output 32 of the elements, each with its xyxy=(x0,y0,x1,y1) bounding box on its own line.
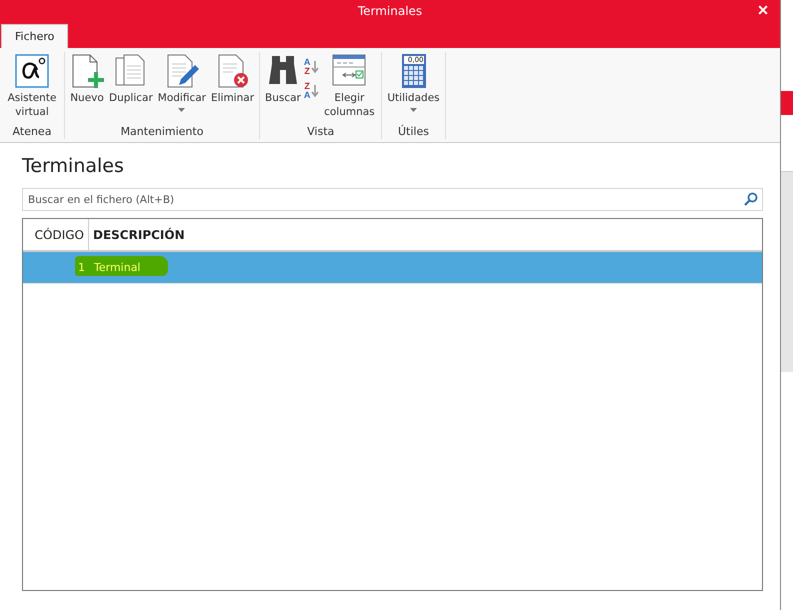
ribbon-button[interactable]: Asistente virtual xyxy=(3,52,61,125)
down-arrow-icon xyxy=(311,85,320,97)
column-header[interactable]: DESCRIPCIÓN xyxy=(89,219,185,250)
ribbon-button[interactable]: Buscar xyxy=(263,52,303,125)
page-heading: Terminales xyxy=(22,155,125,177)
new-document-icon xyxy=(70,54,104,88)
delete-document-icon xyxy=(216,54,250,88)
sort-descending-button[interactable]: Z A xyxy=(304,82,320,100)
column-header[interactable]: CÓDIGO xyxy=(23,219,89,250)
table-cell-text: Terminal xyxy=(93,261,140,274)
alpha-icon xyxy=(15,54,49,88)
ribbon-button[interactable]: Modificar xyxy=(156,52,208,125)
ribbon-button[interactable]: Nuevo xyxy=(68,52,106,125)
search-field[interactable]: Buscar en el fichero (Alt+B) xyxy=(22,188,763,211)
columns-icon xyxy=(332,54,366,88)
table-cell-text: 1 xyxy=(77,261,86,274)
group-label: Atenea xyxy=(12,125,52,139)
sort-ascending-button[interactable]: A Z xyxy=(304,58,320,76)
ribbon-tab[interactable]: Fichero xyxy=(1,24,68,48)
close-button[interactable]: × xyxy=(750,0,776,20)
group-label: Útiles xyxy=(398,125,429,139)
caret-icon xyxy=(410,108,417,112)
window-title: Terminales xyxy=(358,4,422,18)
ribbon-button[interactable]: Eliminar xyxy=(208,52,256,125)
ribbon-button[interactable]: Elegir columnas xyxy=(320,52,378,125)
search-icon xyxy=(744,192,758,206)
group-label: Vista xyxy=(307,125,334,139)
group-label: Mantenimiento xyxy=(120,125,204,139)
ribbon-button[interactable]: Duplicar xyxy=(107,52,155,125)
down-arrow-icon xyxy=(311,61,320,73)
caret-icon xyxy=(178,108,186,112)
edit-document-icon xyxy=(164,54,199,88)
